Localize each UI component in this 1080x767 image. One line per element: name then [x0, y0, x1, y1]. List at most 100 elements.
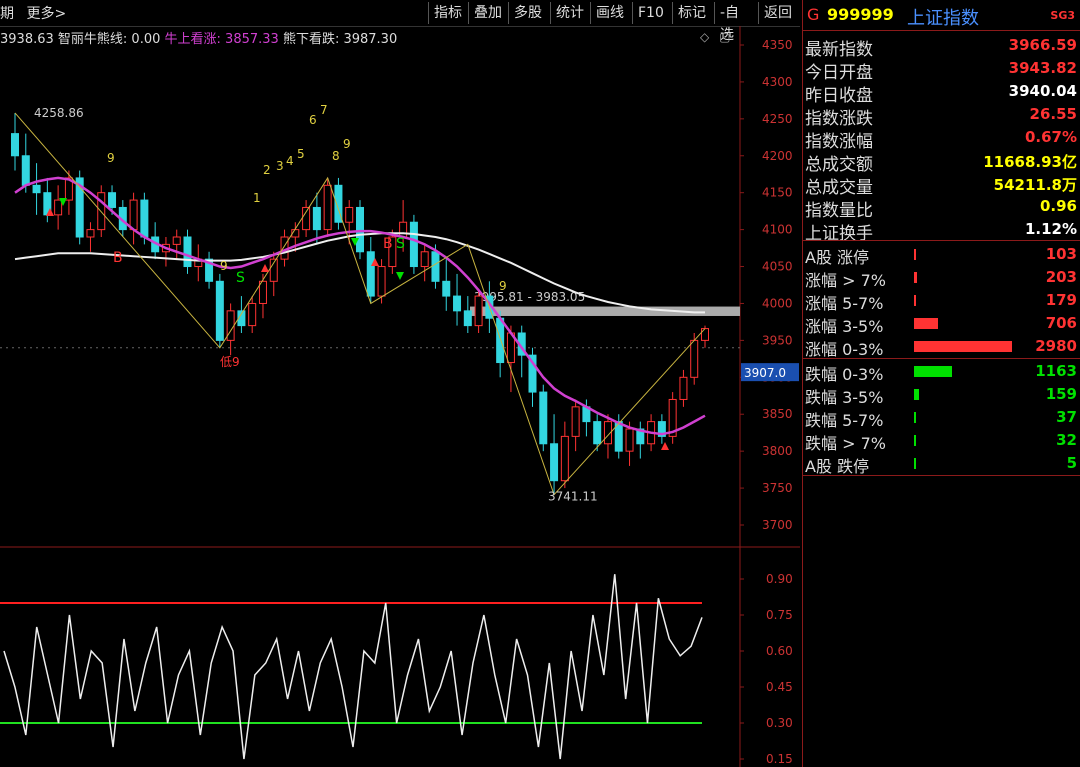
mark-button[interactable]: 标记: [672, 2, 714, 24]
candle-body: [302, 206, 311, 231]
stat-value: 3943.82: [1008, 59, 1077, 77]
axis-tick-label: 3850: [762, 407, 793, 421]
stat-value: 3940.04: [1008, 82, 1077, 100]
breadth-row: 涨幅 5-7% 179: [803, 289, 1080, 313]
index-code: 999999: [827, 5, 894, 24]
multi-stock-button[interactable]: 多股: [508, 2, 550, 24]
axis-tick-label: 3700: [762, 518, 793, 532]
candle-body: [312, 206, 321, 231]
axis-tick-label: 3750: [762, 481, 793, 495]
candle-body: [140, 199, 149, 238]
breadth-label: 跌幅 5-7%: [805, 411, 884, 430]
more-button[interactable]: 更多>: [26, 6, 66, 22]
axis-tick-label: 4100: [762, 223, 793, 237]
breadth-bar: [914, 412, 916, 423]
candle-body: [86, 229, 95, 238]
breadth-label: A股 涨停: [805, 248, 870, 267]
breadth-bar: [914, 366, 953, 377]
td-count-label: 4: [286, 154, 294, 168]
current-price-label: 3907.0: [744, 366, 786, 380]
oscillator-chart[interactable]: 0.90 0.75 0.60 0.45 0.30 0.15: [0, 572, 793, 766]
stats-button[interactable]: 统计: [550, 2, 590, 24]
draw-line-button[interactable]: 画线: [590, 2, 632, 24]
breadth-value: 179: [1045, 291, 1077, 309]
candle-body: [496, 317, 505, 364]
candle-body: [539, 391, 548, 445]
chart-area[interactable]: 4350430042504200415041004050400039503900…: [0, 26, 800, 767]
breadth-row: 跌幅 3-5% 159: [803, 383, 1080, 407]
quote-panel: G 999999 上证指数 SG3 最新指数 3966.59 今日开盘 3943.82…: [802, 0, 1080, 767]
stat-row: 总成交量 54211.8万: [803, 172, 1080, 198]
osc-axis-label: 0.45: [766, 680, 793, 694]
td-count-label: 9: [343, 137, 351, 151]
candle-body: [54, 199, 63, 216]
axis-tick-label: 4350: [762, 38, 793, 52]
stat-value: 0.67%: [1024, 128, 1077, 146]
axis-tick-label: 3950: [762, 333, 793, 347]
td-count-label: 9: [220, 259, 228, 273]
candle-body: [215, 280, 224, 341]
back-button[interactable]: 返回: [758, 2, 800, 24]
signal-label: B: [383, 236, 393, 252]
candle-body: [258, 280, 267, 304]
breadth-row: A股 跌停 5: [803, 452, 1080, 476]
breadth-label: 跌幅 0-3%: [805, 365, 884, 384]
signal-label: S: [236, 270, 245, 286]
candle-body: [453, 295, 462, 312]
osc-axis-label: 0.90: [766, 572, 793, 586]
f10-button[interactable]: F10: [632, 2, 672, 24]
breadth-row: A股 涨停 103: [803, 243, 1080, 267]
range-band: [470, 306, 740, 316]
oscillator-line: [3, 574, 703, 760]
stat-value: 1.12%: [1024, 220, 1077, 238]
indicator-button[interactable]: 指标: [428, 2, 468, 24]
down-arrow-icon: [396, 272, 404, 280]
breadth-row: 跌幅 0-3% 1163: [803, 360, 1080, 384]
candle-body: [593, 421, 602, 445]
breadth-label: 涨幅 3-5%: [805, 317, 884, 336]
breadth-row: 跌幅 5-7% 37: [803, 406, 1080, 430]
td-count-label: 8: [332, 149, 340, 163]
td-count-label: 9: [107, 151, 115, 165]
td-count-label: 3: [276, 159, 284, 173]
osc-axis-label: 0.75: [766, 608, 793, 622]
breadth-row: 涨幅 0-3% 2980: [803, 335, 1080, 359]
candle-body: [679, 376, 688, 400]
candle-body: [248, 302, 257, 327]
stat-value: 0.96: [1039, 197, 1077, 215]
breadth-value: 37: [1056, 408, 1077, 426]
candle-body: [108, 192, 117, 208]
watchlist-button[interactable]: -自选: [714, 2, 758, 43]
breadth-row: 涨幅 3-5% 706: [803, 312, 1080, 336]
stat-row: 指数涨幅 0.67%: [803, 126, 1080, 152]
candle-body: [474, 295, 483, 327]
td-count-label: 7: [320, 103, 328, 117]
osc-axis-label: 0.30: [766, 716, 793, 730]
axis-tick-label: 4200: [762, 149, 793, 163]
breadth-bar: [914, 435, 916, 446]
candle-body: [690, 339, 699, 378]
breadth-value: 706: [1045, 314, 1077, 332]
sg3-badge: SG3: [1050, 9, 1075, 22]
stat-row: 指数涨跌 26.55: [803, 103, 1080, 129]
breadth-row: 跌幅 > 7% 32: [803, 429, 1080, 453]
candle-body: [399, 221, 408, 238]
breadth-value: 2980: [1035, 337, 1077, 355]
candle-body: [183, 236, 192, 268]
period-button[interactable]: 期: [0, 6, 14, 22]
breadth-value: 203: [1045, 268, 1077, 286]
breadth-bar: [914, 249, 916, 260]
breadth-label: 涨幅 5-7%: [805, 294, 884, 313]
breadth-label: 跌幅 > 7%: [805, 434, 886, 453]
signal-label: B: [113, 250, 123, 266]
osc-axis-label: 0.15: [766, 752, 793, 766]
stat-row: 最新指数 3966.59: [803, 34, 1080, 60]
candle-body: [345, 206, 354, 223]
toolbar-left: 期 更多>: [0, 3, 74, 23]
stat-value: 54211.8万: [993, 176, 1077, 194]
candle-body: [560, 435, 569, 482]
stat-row: 上证换手 1.12%: [803, 218, 1080, 244]
overlay-button[interactable]: 叠加: [468, 2, 508, 24]
candle-body: [420, 251, 429, 268]
divider: [803, 475, 1080, 476]
